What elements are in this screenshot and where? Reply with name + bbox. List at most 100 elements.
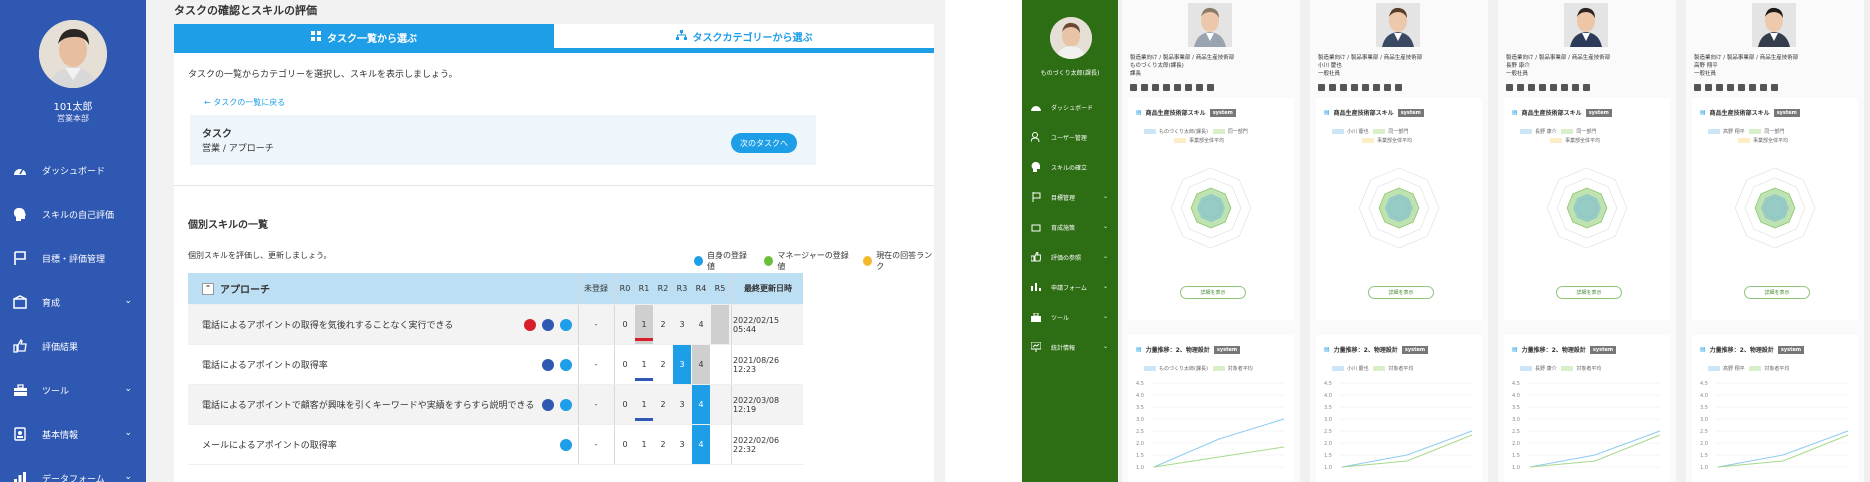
chart-icon[interactable] bbox=[1163, 84, 1170, 91]
sidebar-item-dashboard[interactable]: ダッシュボード bbox=[1022, 92, 1118, 122]
group-header[interactable]: ⌃ アプローチ bbox=[202, 273, 270, 304]
rank-r2[interactable]: 2 bbox=[654, 385, 672, 424]
edit-icon[interactable] bbox=[1174, 84, 1181, 91]
sidebar-item-evaluation-results[interactable]: 評価結果 bbox=[0, 324, 146, 368]
radar-series-area bbox=[1197, 194, 1225, 222]
rank-r3[interactable]: 3 bbox=[673, 305, 691, 344]
sidebar-item-goal-management[interactable]: 目標管理 ⌄ bbox=[1022, 182, 1118, 212]
review-icon[interactable] bbox=[1716, 84, 1723, 91]
sidebar-item-evaluation[interactable]: 評価の参照 ⌄ bbox=[1022, 242, 1118, 272]
sidebar-item-self-evaluation[interactable]: スキルの自己評価 bbox=[0, 192, 146, 236]
updated-date: 2021/08/26 12:23 bbox=[733, 355, 780, 374]
group-icon[interactable] bbox=[1771, 84, 1778, 91]
show-details-button[interactable]: 詳細を表示 bbox=[1744, 286, 1810, 299]
chart-icon[interactable] bbox=[1727, 84, 1734, 91]
show-details-button[interactable]: 詳細を表示 bbox=[1180, 286, 1246, 299]
rank-r3[interactable]: 3 bbox=[673, 345, 691, 384]
legend-self: ものづくり太郎(課長) bbox=[1159, 366, 1208, 372]
share-icon[interactable] bbox=[1561, 84, 1568, 91]
unregistered-value[interactable]: - bbox=[578, 305, 614, 344]
user-department: 営業本部 bbox=[57, 114, 89, 123]
tab-task-category[interactable]: タスクカテゴリーから選ぶ bbox=[554, 24, 934, 50]
link-icon[interactable] bbox=[1760, 84, 1767, 91]
share-icon[interactable] bbox=[1373, 84, 1380, 91]
unregistered-value[interactable]: - bbox=[578, 345, 614, 384]
rank-r0[interactable]: 0 bbox=[616, 425, 634, 464]
chart-icon[interactable] bbox=[1351, 84, 1358, 91]
sidebar-item-user-management[interactable]: ユーザー管理 bbox=[1022, 122, 1118, 152]
sidebar-item-goal-management[interactable]: 目標・評価管理 bbox=[0, 236, 146, 280]
sidebar-item-skill[interactable]: スキルの確立 bbox=[1022, 152, 1118, 182]
one-on-one-icon[interactable] bbox=[1705, 84, 1712, 91]
back-to-task-list-link[interactable]: ← タスクの一覧に戻る bbox=[204, 97, 285, 108]
show-details-button[interactable]: 詳細を表示 bbox=[1556, 286, 1622, 299]
rank-r5[interactable] bbox=[711, 425, 729, 464]
rank-r1[interactable]: 1 bbox=[635, 425, 653, 464]
rank-r2[interactable]: 2 bbox=[654, 345, 672, 384]
group-icon[interactable] bbox=[1207, 84, 1214, 91]
review-icon[interactable] bbox=[1152, 84, 1159, 91]
profile-icon[interactable] bbox=[1318, 84, 1325, 91]
review-icon[interactable] bbox=[1528, 84, 1535, 91]
link-icon[interactable] bbox=[1572, 84, 1579, 91]
sidebar-item-data-form[interactable]: データフォーム ⌄ bbox=[0, 456, 146, 482]
sidebar-item-dashboard[interactable]: ダッシュボード bbox=[0, 148, 146, 192]
profile-icon[interactable] bbox=[1130, 84, 1137, 91]
sidebar-item-tools[interactable]: ツール ⌄ bbox=[1022, 302, 1118, 332]
sidebar-item-training[interactable]: 育成施策 ⌄ bbox=[1022, 212, 1118, 242]
sidebar-item-label: ツール bbox=[42, 386, 70, 397]
sidebar-item-application-form[interactable]: 申請フォーム ⌄ bbox=[1022, 272, 1118, 302]
legend-dept: 同一部門 bbox=[1576, 129, 1597, 135]
group-icon[interactable] bbox=[1395, 84, 1402, 91]
member-info: 製造業向け / 製品事業部 / 商品生産技術部 高野 翔平 一般社員 bbox=[1694, 54, 1798, 78]
sidebar-item-training[interactable]: 育成 ⌄ bbox=[0, 280, 146, 324]
link-icon[interactable] bbox=[1196, 84, 1203, 91]
group-icon[interactable] bbox=[1583, 84, 1590, 91]
edit-icon[interactable] bbox=[1362, 84, 1369, 91]
rank-r4[interactable]: 4 bbox=[692, 345, 710, 384]
member-photo[interactable] bbox=[1752, 3, 1796, 47]
rank-r3[interactable]: 3 bbox=[673, 425, 691, 464]
sidebar-item-basic-info[interactable]: 基本情報 ⌄ bbox=[0, 412, 146, 456]
collapse-icon[interactable]: ⌃ bbox=[202, 282, 214, 295]
link-icon[interactable] bbox=[1384, 84, 1391, 91]
rank-r2[interactable]: 2 bbox=[654, 305, 672, 344]
legend-item-self: 自身の登録値 bbox=[694, 250, 750, 272]
profile-icon[interactable] bbox=[1506, 84, 1513, 91]
avatar[interactable] bbox=[39, 20, 107, 88]
tab-task-list[interactable]: タスク一覧から選ぶ bbox=[174, 24, 554, 50]
unregistered-value[interactable]: - bbox=[578, 425, 614, 464]
next-task-button[interactable]: 次のタスクへ bbox=[731, 133, 797, 153]
share-icon[interactable] bbox=[1185, 84, 1192, 91]
show-details-button[interactable]: 詳細を表示 bbox=[1368, 286, 1434, 299]
member-photo[interactable] bbox=[1376, 3, 1420, 47]
rank-r0[interactable]: 0 bbox=[616, 385, 634, 424]
sidebar-item-statistics[interactable]: 統計情報 ⌄ bbox=[1022, 332, 1118, 362]
edit-icon[interactable] bbox=[1738, 84, 1745, 91]
member-photo[interactable] bbox=[1564, 3, 1608, 47]
legend-self: 高野 翔平 bbox=[1723, 129, 1745, 135]
rank-r5[interactable] bbox=[711, 345, 729, 384]
edit-icon[interactable] bbox=[1550, 84, 1557, 91]
rank-r4[interactable]: 4 bbox=[692, 425, 710, 464]
share-icon[interactable] bbox=[1749, 84, 1756, 91]
rank-r0[interactable]: 0 bbox=[616, 305, 634, 344]
profile-icon[interactable] bbox=[1694, 84, 1701, 91]
one-on-one-icon[interactable] bbox=[1517, 84, 1524, 91]
one-on-one-icon[interactable] bbox=[1141, 84, 1148, 91]
one-on-one-icon[interactable] bbox=[1329, 84, 1336, 91]
chart-icon[interactable] bbox=[1539, 84, 1546, 91]
avatar[interactable] bbox=[1050, 17, 1092, 59]
rank-r2[interactable]: 2 bbox=[654, 425, 672, 464]
legend-avg: 事業部全体平均 bbox=[1753, 138, 1789, 144]
rank-r5[interactable] bbox=[711, 385, 729, 424]
unregistered-value[interactable]: - bbox=[578, 385, 614, 424]
review-icon[interactable] bbox=[1340, 84, 1347, 91]
rank-r4[interactable]: 4 bbox=[692, 305, 710, 344]
sidebar-item-tools[interactable]: ツール ⌄ bbox=[0, 368, 146, 412]
rank-r0[interactable]: 0 bbox=[616, 345, 634, 384]
rank-r5[interactable] bbox=[711, 305, 729, 344]
rank-r3[interactable]: 3 bbox=[673, 385, 691, 424]
rank-r4[interactable]: 4 bbox=[692, 385, 710, 424]
member-photo[interactable] bbox=[1188, 3, 1232, 47]
